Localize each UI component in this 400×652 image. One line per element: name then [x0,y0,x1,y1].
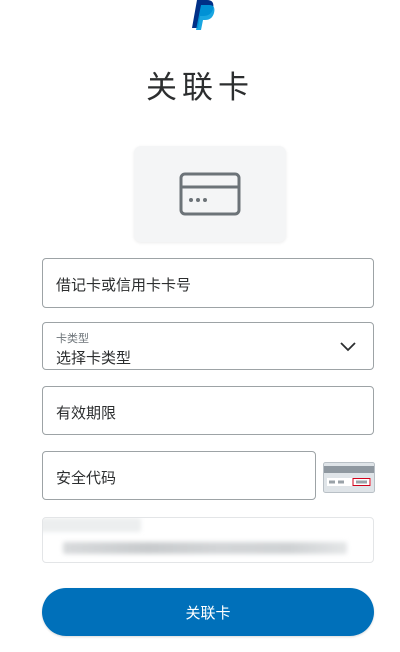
paypal-logo-icon [191,0,217,30]
card-type-label: 卡类型 [56,332,89,345]
card-type-value: 选择卡类型 [56,349,132,367]
page-title: 关联卡 [146,70,254,106]
card-illustration [134,146,286,242]
chevron-down-icon [340,342,356,352]
card-number-placeholder: 借记卡或信用卡卡号 [56,276,192,294]
expiry-date-input[interactable]: 有效期限 [42,386,374,435]
redacted-blur-line [63,542,347,554]
card-back-cvv-icon [323,462,375,493]
link-card-button[interactable]: 关联卡 [42,588,374,636]
redacted-field [42,517,374,563]
card-number-input[interactable]: 借记卡或信用卡卡号 [42,258,374,308]
security-code-input[interactable]: 安全代码 [42,451,316,500]
expiry-date-placeholder: 有效期限 [56,404,117,422]
redacted-blur [43,518,141,532]
credit-card-icon [179,172,241,216]
security-code-placeholder: 安全代码 [56,469,117,487]
card-type-select[interactable]: 卡类型 选择卡类型 [42,322,374,370]
